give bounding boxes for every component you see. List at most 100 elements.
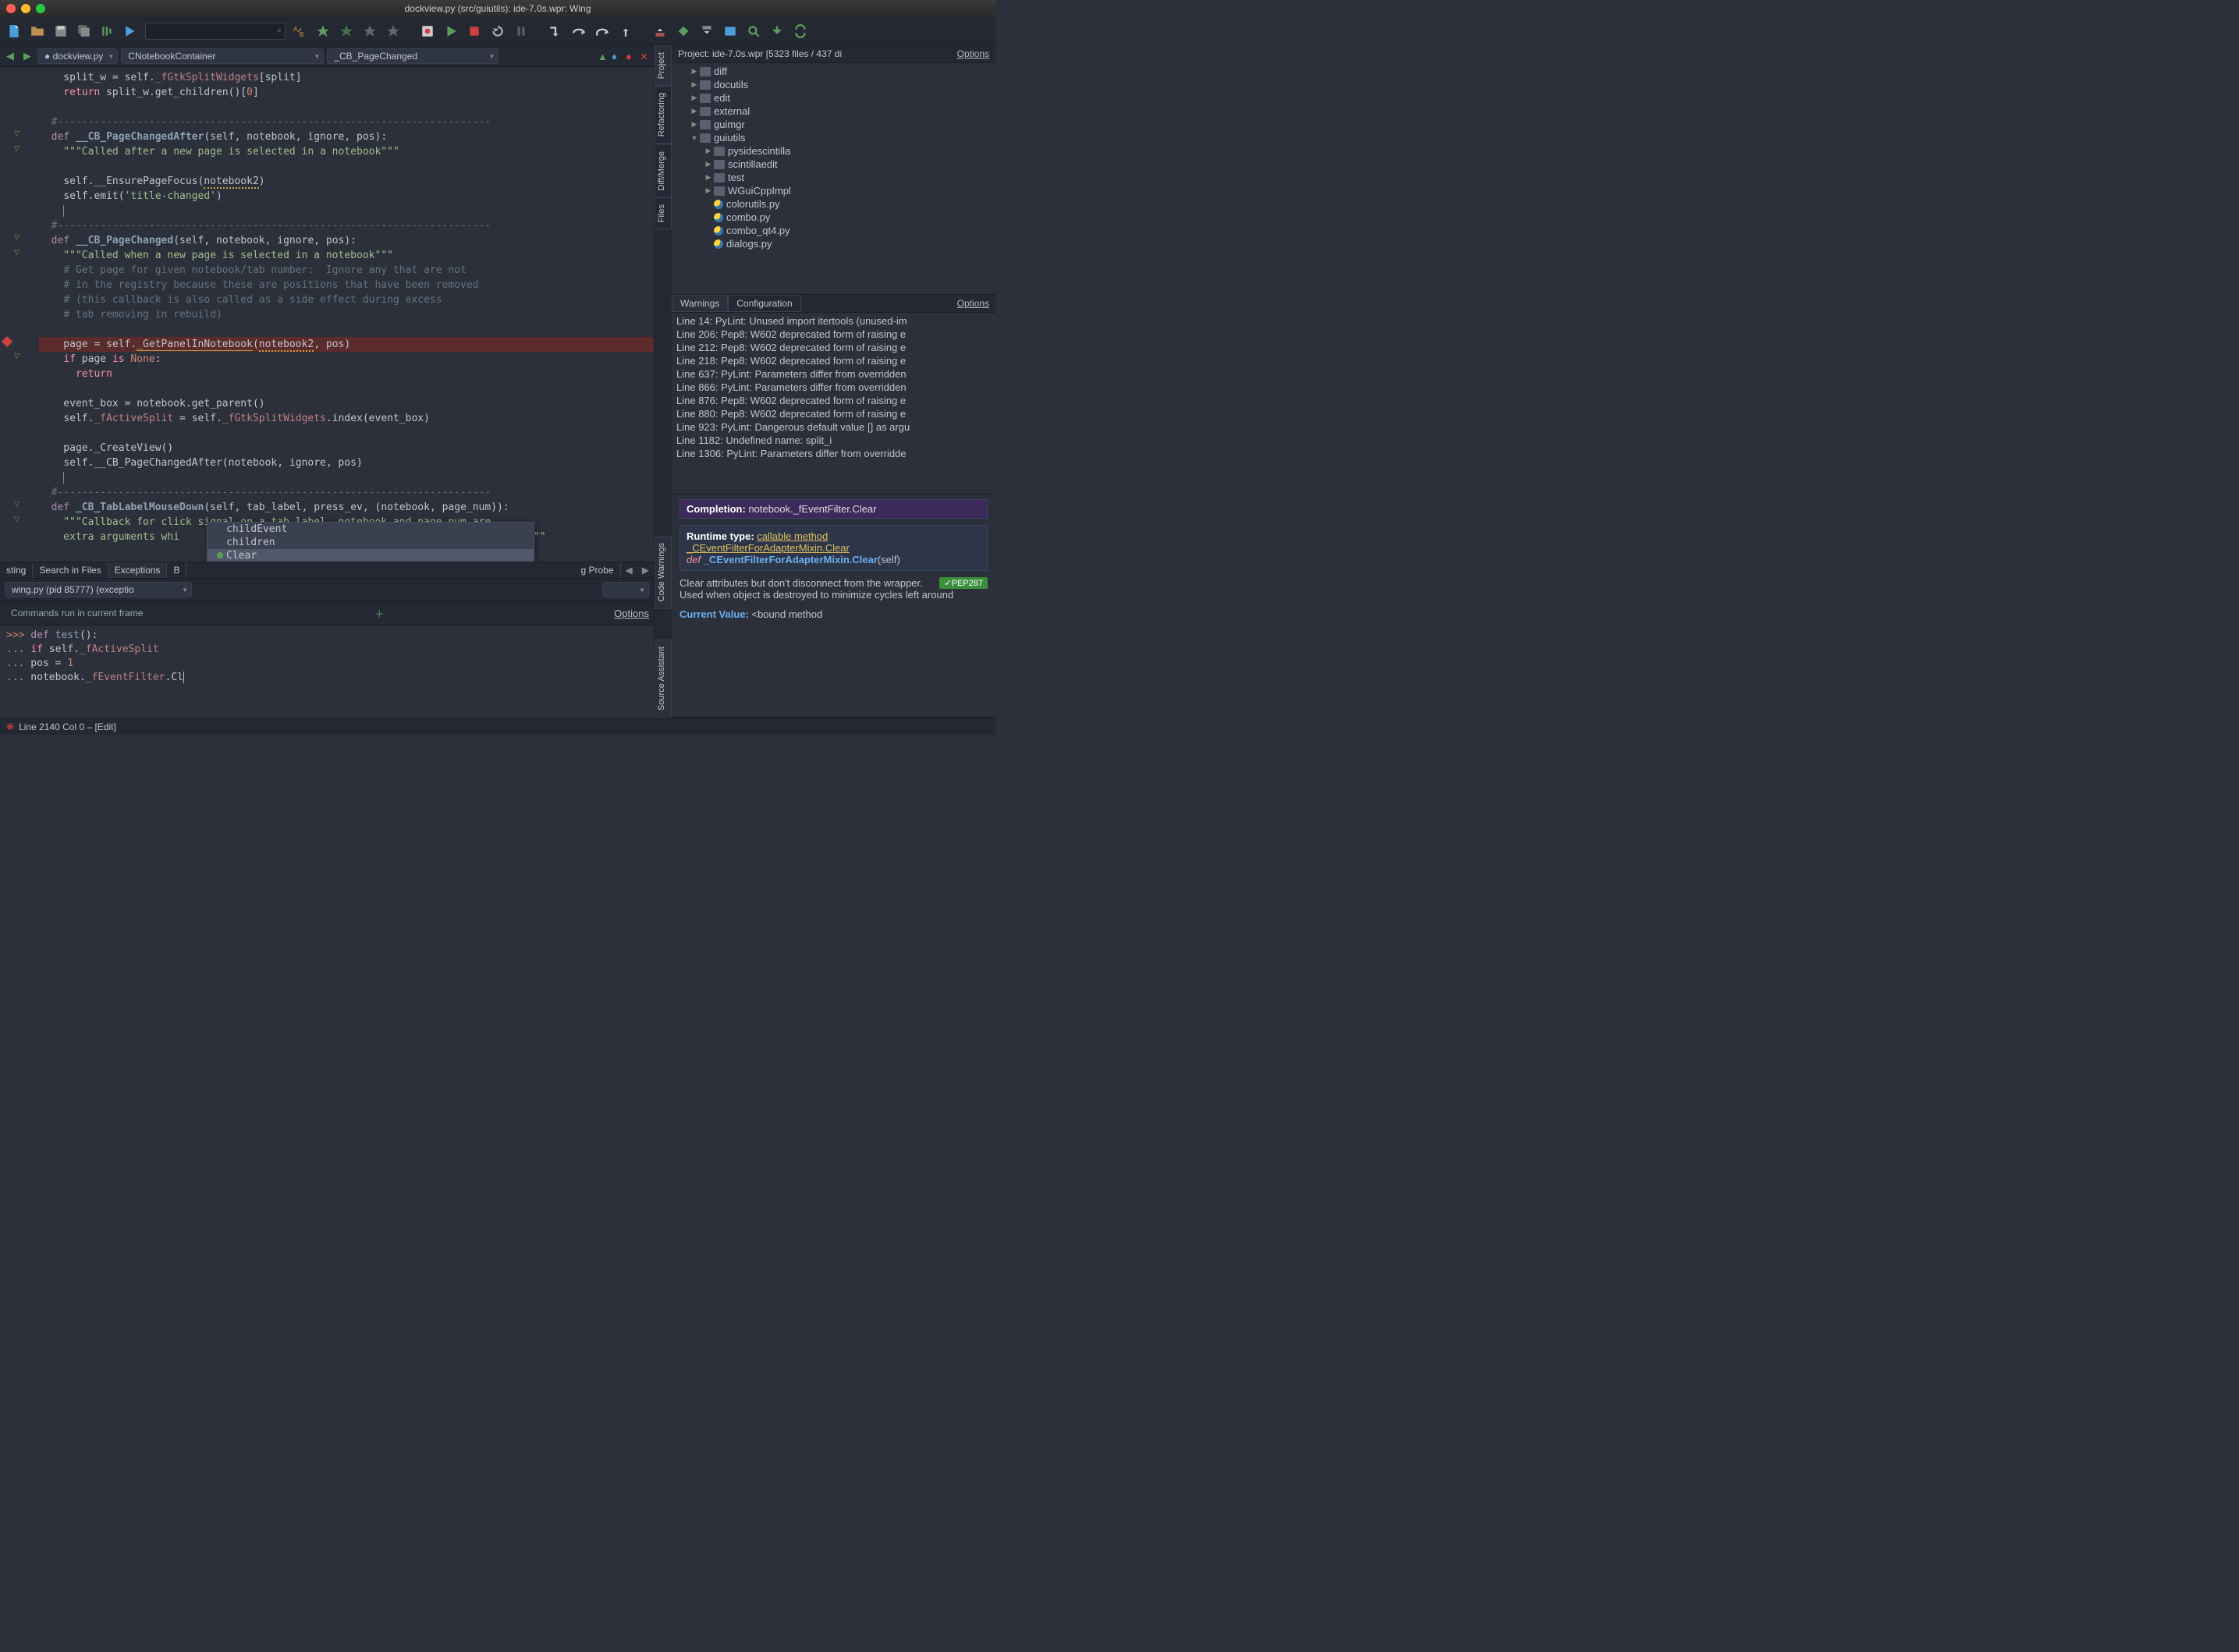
tree-row[interactable]: ▶scintillaedit <box>675 158 992 171</box>
vtab-refactoring[interactable]: Refactoring <box>655 86 672 144</box>
vcs-status-icon[interactable]: ♦ <box>612 51 623 62</box>
frame-down-button[interactable] <box>697 22 716 41</box>
warning-row[interactable]: Line 866: PyLint: Parameters differ from… <box>676 381 991 394</box>
autocomplete-item[interactable]: children <box>208 536 534 549</box>
tab-bookmarks-trunc[interactable]: B <box>167 562 186 578</box>
tree-expand-icon[interactable]: ▶ <box>689 80 700 89</box>
tab-exceptions[interactable]: Exceptions <box>108 562 168 578</box>
open-file-button[interactable] <box>28 22 47 41</box>
tree-expand-icon[interactable]: ▶ <box>689 67 700 76</box>
vtab-diff-merge[interactable]: Diff/Merge <box>655 144 672 198</box>
tree-row[interactable]: combo_qt4.py <box>675 224 992 237</box>
tab-testing[interactable]: sting <box>0 562 33 578</box>
tree-row[interactable]: combo.py <box>675 211 992 224</box>
bug-icon[interactable]: ❋ <box>6 721 14 732</box>
warning-row[interactable]: Line 1182: Undefined name: split_i <box>676 434 991 447</box>
debug-options-link[interactable]: Options <box>614 608 649 619</box>
tab-configuration[interactable]: Configuration <box>728 295 800 312</box>
tab-warnings[interactable]: Warnings <box>672 295 728 312</box>
step-into-button[interactable] <box>546 22 565 41</box>
warnings-list[interactable]: Line 14: PyLint: Unused import itertools… <box>672 313 995 462</box>
tree-expand-icon[interactable]: ▶ <box>703 173 714 182</box>
vtab-files[interactable]: Files <box>655 197 672 229</box>
vtab-code-warnings[interactable]: Code Warnings <box>655 536 672 608</box>
nav-forward-button[interactable]: ▶ <box>20 49 34 63</box>
vtab-source-assistant[interactable]: Source Assistant <box>655 640 672 718</box>
step-out-button[interactable] <box>616 22 635 41</box>
tree-row[interactable]: ▼guiutils <box>675 131 992 144</box>
find-symbol-button[interactable] <box>744 22 763 41</box>
debug-filter-selector[interactable] <box>602 582 649 597</box>
tree-row[interactable]: ▶external <box>675 105 992 118</box>
tree-row[interactable]: ▶diff <box>675 65 992 78</box>
code-editor[interactable]: ▽ ▽ ▽ ▽ ▽ ▽ ▽ split_w = self._fGtkSplitW… <box>0 67 654 562</box>
quick-search-box[interactable]: ⌕ <box>145 23 286 40</box>
indentation-button[interactable] <box>98 22 117 41</box>
pep-badge[interactable]: ✓PEP287 <box>939 577 988 589</box>
modified-indicator-icon[interactable]: ● <box>626 51 637 62</box>
tree-row[interactable]: ▶guimgr <box>675 118 992 131</box>
warning-row[interactable]: Line 218: Pep8: W602 deprecated form of … <box>676 354 991 367</box>
tab-search-in-files[interactable]: Search in Files <box>33 562 108 578</box>
search-icon[interactable]: ⌕ <box>277 26 282 36</box>
quick-search-input[interactable] <box>149 26 277 37</box>
warnings-options-link[interactable]: Options <box>957 298 989 309</box>
warning-row[interactable]: Line 923: PyLint: Dangerous default valu… <box>676 420 991 434</box>
debug-pause-button[interactable] <box>512 22 530 41</box>
find-replace-button[interactable]: AB <box>290 22 309 41</box>
step-over-button[interactable] <box>570 22 588 41</box>
tree-expand-icon[interactable]: ▶ <box>689 94 700 102</box>
warning-row[interactable]: Line 880: Pep8: W602 deprecated form of … <box>676 407 991 420</box>
frame-current-button[interactable] <box>674 22 693 41</box>
tree-expand-icon[interactable]: ▶ <box>689 120 700 129</box>
symbol-selector[interactable]: _CB_PageChanged <box>327 48 499 64</box>
debug-restart-button[interactable] <box>488 22 507 41</box>
tab-scroll-left-button[interactable]: ◀ <box>621 562 637 578</box>
step-over-statement-button[interactable] <box>593 22 612 41</box>
tree-expand-icon[interactable]: ▶ <box>703 160 714 168</box>
warning-row[interactable]: Line 14: PyLint: Unused import itertools… <box>676 314 991 328</box>
warning-row[interactable]: Line 212: Pep8: W602 deprecated form of … <box>676 341 991 354</box>
class-selector[interactable]: CNotebookContainer <box>121 48 324 64</box>
bookmark-clear-button[interactable] <box>360 22 379 41</box>
tree-row[interactable]: ▶WGuiCppImpl <box>675 184 992 197</box>
warning-row[interactable]: Line 876: Pep8: W602 deprecated form of … <box>676 394 991 407</box>
vtab-project[interactable]: Project <box>655 45 672 86</box>
tab-debug-probe[interactable]: g Probe <box>575 562 621 578</box>
download-button[interactable] <box>768 22 786 41</box>
file-selector[interactable]: ● dockview.py <box>37 48 118 64</box>
tree-expand-icon[interactable]: ▼ <box>689 134 700 142</box>
warning-indicator-icon[interactable]: ▲ <box>598 51 609 62</box>
bookmark-next-button[interactable] <box>384 22 403 41</box>
warning-row[interactable]: Line 206: Pep8: W602 deprecated form of … <box>676 328 991 341</box>
tree-row[interactable]: ▶pysidescintilla <box>675 144 992 158</box>
tab-scroll-right-button[interactable]: ▶ <box>637 562 654 578</box>
goto-button[interactable] <box>122 22 140 41</box>
autocomplete-item[interactable]: childEvent <box>208 523 534 536</box>
autocomplete-popup[interactable]: childEventchildrenClearconnectNotifycust… <box>207 522 534 562</box>
tree-expand-icon[interactable]: ▶ <box>689 107 700 115</box>
debug-shell[interactable]: >>> def test(): ... if self._fActiveSpli… <box>0 626 654 688</box>
project-options-link[interactable]: Options <box>957 48 989 59</box>
show-console-button[interactable] <box>721 22 740 41</box>
frame-up-button[interactable] <box>651 22 669 41</box>
debug-process-selector[interactable]: wing.py (pid 85777) (exceptio <box>5 582 192 597</box>
bookmark-set-button[interactable] <box>314 22 332 41</box>
close-editor-button[interactable]: ✕ <box>640 51 651 62</box>
tree-row[interactable]: ▶docutils <box>675 78 992 91</box>
tree-row[interactable]: colorutils.py <box>675 197 992 211</box>
sync-button[interactable] <box>791 22 810 41</box>
warning-row[interactable]: Line 637: PyLint: Parameters differ from… <box>676 367 991 381</box>
nav-back-button[interactable]: ◀ <box>3 49 17 63</box>
bookmark-prev-button[interactable] <box>337 22 356 41</box>
tree-expand-icon[interactable]: ▶ <box>703 147 714 155</box>
tree-expand-icon[interactable]: ▶ <box>703 186 714 195</box>
debug-stop-button[interactable] <box>465 22 484 41</box>
save-button[interactable] <box>51 22 70 41</box>
new-file-button[interactable] <box>5 22 23 41</box>
project-tree[interactable]: ▶diff▶docutils▶edit▶external▶guimgr▼guiu… <box>672 63 995 252</box>
add-watch-button[interactable]: ＋ <box>374 606 385 621</box>
warning-row[interactable]: Line 1306: PyLint: Parameters differ fro… <box>676 447 991 460</box>
breakpoint-button[interactable] <box>418 22 437 41</box>
save-all-button[interactable] <box>75 22 94 41</box>
